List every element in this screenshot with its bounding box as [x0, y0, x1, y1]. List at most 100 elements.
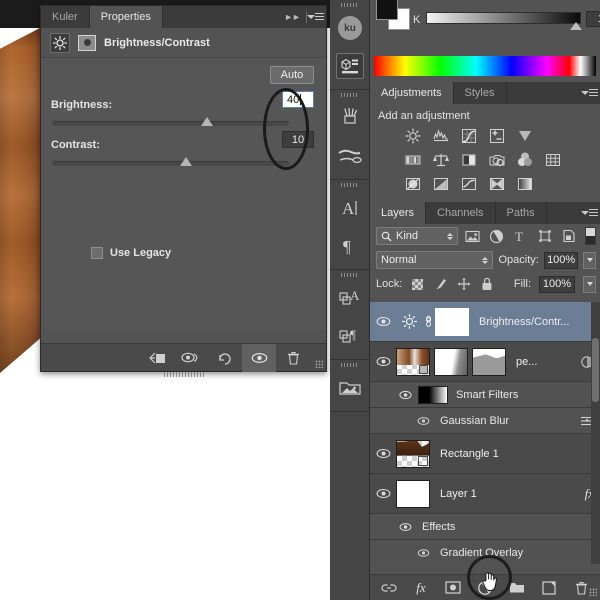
- new-fill-adjustment-layer-icon[interactable]: [476, 579, 494, 597]
- photo-filter-icon[interactable]: [486, 150, 508, 170]
- effect-name[interactable]: Gradient Overlay: [440, 547, 523, 559]
- double-chevron-right-icon[interactable]: ►►: [281, 6, 303, 28]
- tab-layers[interactable]: Layers: [370, 202, 426, 224]
- view-previous-state-icon[interactable]: [174, 344, 208, 372]
- smart-object-filter-icon[interactable]: [559, 227, 578, 246]
- table-row[interactable]: Rectangle 1: [370, 434, 600, 474]
- black-white-icon[interactable]: [458, 150, 480, 170]
- opacity-dropdown-arrow[interactable]: [583, 252, 596, 269]
- toggle-visibility-icon[interactable]: [242, 344, 276, 372]
- exposure-icon[interactable]: [486, 126, 508, 146]
- selective-color-icon[interactable]: [514, 174, 536, 194]
- dock-grip[interactable]: [330, 270, 369, 279]
- gradient-map-icon[interactable]: [486, 174, 508, 194]
- lock-all-icon[interactable]: [479, 277, 494, 292]
- color-balance-icon[interactable]: [430, 150, 452, 170]
- color-panel[interactable]: K 100 %: [370, 0, 600, 82]
- panel-resize-grip[interactable]: [584, 572, 600, 600]
- panel-menu-icon[interactable]: [584, 202, 600, 224]
- layer-visibility-toggle[interactable]: [370, 488, 396, 499]
- smart-filter-mask-thumbnail[interactable]: [418, 386, 448, 404]
- lock-transparent-pixels-icon[interactable]: [410, 277, 425, 292]
- layer-name[interactable]: Layer 1: [440, 488, 477, 500]
- levels-icon[interactable]: [430, 126, 452, 146]
- vibrance-icon[interactable]: [514, 126, 536, 146]
- brush-panel-icon[interactable]: [330, 99, 370, 137]
- layer-list-scroll-thumb[interactable]: [592, 338, 599, 402]
- character-panel-icon[interactable]: A: [330, 189, 370, 227]
- table-row[interactable]: Smart Filters: [370, 382, 600, 408]
- clip-to-layer-icon[interactable]: [140, 344, 174, 372]
- layer-list[interactable]: Brightness/Contr...: [370, 302, 600, 564]
- vector-mask-thumbnail[interactable]: [472, 348, 506, 376]
- posterize-icon[interactable]: [430, 174, 452, 194]
- layer-kind-filter-select[interactable]: Kind: [376, 227, 458, 245]
- k-value-input[interactable]: 100: [586, 11, 600, 27]
- lock-position-icon[interactable]: [456, 277, 471, 292]
- color-swatches[interactable]: [376, 0, 410, 30]
- chevron-updown-icon[interactable]: [482, 257, 488, 264]
- use-legacy-row[interactable]: Use Legacy: [91, 247, 171, 259]
- effects-label[interactable]: Effects: [422, 521, 455, 533]
- color-spectrum-ramp[interactable]: [374, 56, 596, 76]
- fill-input[interactable]: 100%: [539, 276, 575, 293]
- brightness-contrast-icon[interactable]: [402, 126, 424, 146]
- color-lookup-icon[interactable]: [542, 150, 564, 170]
- smart-filters-label[interactable]: Smart Filters: [456, 389, 518, 401]
- delete-icon[interactable]: [276, 344, 310, 372]
- layer-mask-thumbnail[interactable]: [434, 348, 468, 376]
- adjustments-panel[interactable]: Adjustments Styles Add an adjustment: [370, 82, 600, 202]
- layer-mask-thumbnail[interactable]: [435, 308, 469, 336]
- brightness-slider-thumb[interactable]: [201, 117, 213, 126]
- use-legacy-checkbox[interactable]: [91, 247, 103, 259]
- paragraph-styles-icon[interactable]: ¶: [330, 317, 370, 355]
- tab-properties[interactable]: Properties: [90, 6, 163, 28]
- brush-presets-icon[interactable]: [330, 137, 370, 175]
- panel-menu-icon[interactable]: [584, 82, 600, 104]
- kuler-icon[interactable]: ku: [330, 9, 370, 47]
- smart-filters-visibility-toggle[interactable]: [392, 390, 418, 400]
- lock-image-pixels-icon[interactable]: [433, 277, 448, 292]
- table-row[interactable]: Gaussian Blur: [370, 408, 600, 434]
- adjustment-layer-filter-icon[interactable]: [487, 227, 506, 246]
- type-layer-filter-icon[interactable]: T: [511, 227, 530, 246]
- layer-list-scrollbar[interactable]: [591, 302, 600, 564]
- effects-visibility-toggle[interactable]: [392, 522, 418, 532]
- layer-thumbnail[interactable]: [396, 440, 430, 468]
- layer-visibility-toggle[interactable]: [370, 356, 396, 367]
- panel-bottom-grip[interactable]: [164, 372, 204, 377]
- reset-icon[interactable]: [208, 344, 242, 372]
- layers-panel[interactable]: Layers Channels Paths Kind: [370, 202, 600, 600]
- 3d-panel-icon[interactable]: [330, 47, 370, 85]
- dock-grip[interactable]: [330, 180, 369, 189]
- filter-enable-toggle[interactable]: [585, 227, 596, 245]
- link-layers-icon[interactable]: [380, 579, 398, 597]
- layer-name[interactable]: pe...: [516, 356, 537, 368]
- layer-mask-thumbnail[interactable]: [78, 35, 96, 51]
- shape-layer-filter-icon[interactable]: [535, 227, 554, 246]
- table-row[interactable]: Layer 1 fx: [370, 474, 600, 514]
- curves-icon[interactable]: [458, 126, 480, 146]
- layer-name[interactable]: Brightness/Contr...: [479, 316, 570, 328]
- filter-name[interactable]: Gaussian Blur: [440, 415, 509, 427]
- opacity-input[interactable]: 100%: [544, 252, 579, 269]
- layer-thumbnail[interactable]: [396, 348, 430, 376]
- link-mask-icon[interactable]: [422, 315, 435, 328]
- table-row[interactable]: Gradient Overlay: [370, 540, 600, 564]
- contrast-value-input[interactable]: 10: [282, 131, 314, 148]
- dock-grip[interactable]: [330, 0, 369, 9]
- hue-saturation-icon[interactable]: [402, 150, 424, 170]
- mini-bridge-icon[interactable]: [330, 369, 370, 407]
- tab-channels[interactable]: Channels: [426, 202, 495, 224]
- contrast-slider-thumb[interactable]: [180, 157, 192, 166]
- auto-button[interactable]: Auto: [270, 66, 314, 84]
- panel-icon-dock[interactable]: ku: [330, 0, 370, 600]
- channel-mixer-icon[interactable]: [514, 150, 536, 170]
- add-layer-style-icon[interactable]: fx: [412, 579, 430, 597]
- foreground-color-swatch[interactable]: [376, 0, 398, 20]
- k-slider-thumb[interactable]: [570, 22, 582, 30]
- layer-visibility-toggle[interactable]: [370, 316, 396, 327]
- blend-mode-select[interactable]: Normal: [376, 251, 493, 269]
- tab-paths[interactable]: Paths: [496, 202, 547, 224]
- panel-menu-icon[interactable]: [310, 6, 326, 28]
